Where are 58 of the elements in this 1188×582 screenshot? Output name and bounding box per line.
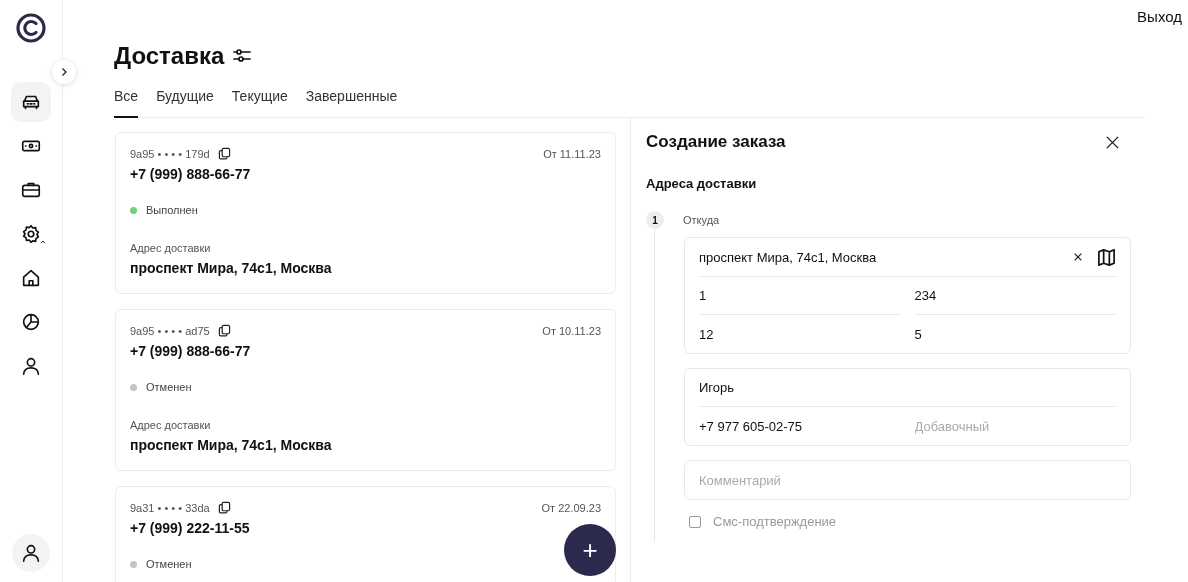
logout-link[interactable]: Выход xyxy=(1137,8,1182,30)
order-date: От 10.11.23 xyxy=(542,324,601,337)
address-label: Адрес доставки xyxy=(130,242,212,254)
copy-icon[interactable] xyxy=(217,501,231,514)
logo-icon xyxy=(15,12,47,44)
page-title: Доставка xyxy=(114,42,225,70)
user-icon xyxy=(20,355,42,377)
input-field[interactable]: 1 xyxy=(699,277,901,315)
order-status: Отменен xyxy=(146,381,192,393)
caret-icon xyxy=(40,240,46,244)
order-status: Выполнен xyxy=(146,204,198,216)
address-field[interactable]: проспект Мира, 74с1, Москва xyxy=(699,238,1059,276)
checkbox-label: Смс-подтверждение xyxy=(713,514,837,529)
tab[interactable]: Будущие xyxy=(156,84,214,118)
order-date: От 22.09.23 xyxy=(541,501,601,514)
section-title: Адреса доставки xyxy=(646,176,758,191)
input-field[interactable]: 12 xyxy=(699,315,901,353)
nav-item[interactable] xyxy=(11,82,51,122)
copy-icon[interactable] xyxy=(217,147,231,160)
order-id: 9a95 • • • • ad75 xyxy=(130,324,210,337)
panel-title: Создание заказа xyxy=(646,132,786,152)
comment-field[interactable]: Комментарий xyxy=(684,460,1131,500)
order-card[interactable]: 9a95 • • • • 179d От 11.11.23 +7 (999) 888-66-77 Выполнен Адрес доставки проспект Мира, 74с1, Москва xyxy=(115,132,616,294)
order-card[interactable]: 9a95 • • • • ad75 От 10.11.23 +7 (999) 888-66-77 Отменен Адрес доставки проспект Мира, 74с1, Москва xyxy=(115,309,616,471)
close-icon[interactable] xyxy=(1105,134,1120,150)
contact-form[interactable]: Игорь +7 977 605-02-75 Добавочный xyxy=(684,368,1131,446)
add-button[interactable]: + xyxy=(564,524,616,576)
order-address: проспект Мира, 74с1, Москва xyxy=(130,437,333,453)
user-icon xyxy=(20,542,42,564)
input-field[interactable]: 234 xyxy=(914,277,1116,315)
checkbox[interactable] xyxy=(689,515,701,528)
name-field[interactable]: Игорь xyxy=(699,369,1116,407)
step-number: 1 xyxy=(646,211,664,229)
clear-icon[interactable] xyxy=(1073,252,1083,262)
phone-field[interactable]: +7 977 605-02-75 xyxy=(699,407,901,445)
order-id: 9a31 • • • • 33da xyxy=(130,501,210,514)
copy-icon[interactable] xyxy=(217,324,231,337)
input-field[interactable]: 5 xyxy=(914,315,1116,353)
address-form[interactable]: проспект Мира, 74с1, Москва 1 234 12 5 xyxy=(684,237,1131,354)
expand-button[interactable] xyxy=(52,60,76,84)
order-id: 9a95 • • • • 179d xyxy=(130,147,210,160)
map-icon[interactable] xyxy=(1097,247,1116,267)
tab[interactable]: Все xyxy=(114,84,139,118)
pie-chart-icon xyxy=(20,311,42,333)
tab[interactable]: Текущие xyxy=(231,84,288,118)
order-status: Отменен xyxy=(146,558,192,570)
tab[interactable]: Завершенные xyxy=(305,84,398,118)
gear-icon xyxy=(20,223,42,245)
step-label: Откуда xyxy=(683,214,720,226)
order-phone: +7 (999) 888-66-77 xyxy=(130,343,252,359)
extension-field[interactable]: Добавочный xyxy=(914,407,1116,445)
order-address: проспект Мира, 74с1, Москва xyxy=(130,260,333,276)
order-date: От 11.11.23 xyxy=(543,147,601,160)
address-label: Адрес доставки xyxy=(130,419,212,431)
profile-button[interactable] xyxy=(12,534,50,572)
order-phone: +7 (999) 222-11-55 xyxy=(130,520,251,536)
home-icon xyxy=(20,267,42,289)
order-phone: +7 (999) 888-66-77 xyxy=(130,166,252,182)
